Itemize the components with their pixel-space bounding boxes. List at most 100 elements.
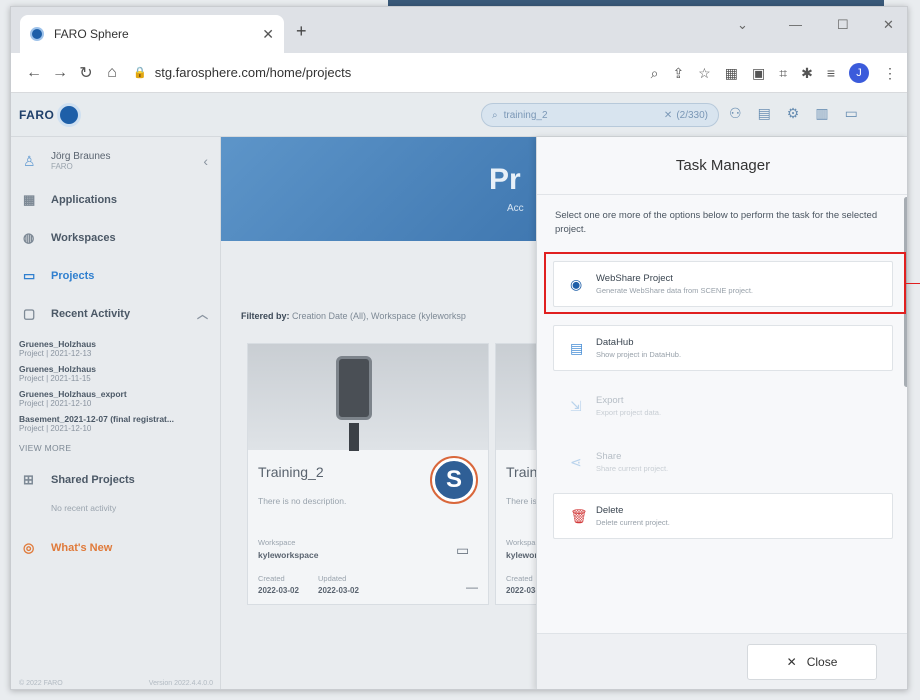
- user-name: Jörg Braunes: [51, 151, 111, 162]
- scanner-image: [336, 356, 372, 451]
- project-description: There is: [506, 496, 537, 506]
- feedback-chat-icon[interactable]: ▭: [845, 105, 858, 122]
- workspace-value: kyleworkspace: [258, 550, 319, 560]
- sidebar-item-label: Projects: [51, 270, 95, 282]
- user-icon[interactable]: ⚇: [729, 105, 742, 122]
- extension-app-icon[interactable]: ▦: [725, 65, 738, 82]
- option-name: DataHub: [596, 337, 634, 348]
- sidebar-item-whats-new[interactable]: ◎ What's New: [11, 529, 220, 567]
- faro-logo[interactable]: FARO: [19, 103, 82, 127]
- recent-meta: Project | 2021-12-10: [19, 399, 92, 408]
- chevron-down-icon[interactable]: ⌄: [737, 17, 748, 33]
- screenshot-icon[interactable]: ⌗: [779, 65, 787, 82]
- reload-icon[interactable]: ↻: [73, 63, 99, 83]
- settings-gear-icon[interactable]: ⚙: [787, 105, 800, 122]
- option-desc: Show project in DataHub.: [596, 350, 682, 359]
- highlight-callout-line: [906, 283, 920, 284]
- task-manager-description: Select one ore more of the options below…: [555, 210, 878, 235]
- open-folder-icon[interactable]: ▭: [456, 542, 469, 559]
- list-item[interactable]: Basement_2021-12-07 (final registrat... P…: [19, 414, 212, 433]
- extensions-puzzle-icon[interactable]: ✱: [801, 65, 813, 82]
- created-label: Created: [506, 574, 533, 583]
- close-label: Close: [806, 655, 838, 669]
- user-block[interactable]: ♙ Jörg Braunes FARO ‹: [11, 137, 220, 181]
- project-card[interactable]: Training_2 S There is no description. Wo…: [247, 343, 489, 605]
- option-delete[interactable]: 🗑 Delete Delete current project.: [553, 493, 893, 539]
- close-window-icon[interactable]: ✕: [883, 17, 894, 33]
- logo-ring-icon: [57, 103, 82, 127]
- bookmark-star-icon[interactable]: ☆: [698, 65, 711, 82]
- datahub-icon: ▤: [570, 339, 584, 356]
- new-tab-icon[interactable]: +: [296, 21, 307, 42]
- recent-meta: Project | 2021-12-10: [19, 424, 92, 433]
- sidebar-item-recent-activity[interactable]: ▢ Recent Activity ︿: [11, 295, 220, 333]
- option-export: ⇲ Export Export project data.: [553, 383, 893, 429]
- sidebar-item-label: Recent Activity: [51, 308, 131, 320]
- filter-summary: Filtered by: Creation Date (All), Worksp…: [241, 311, 466, 321]
- browser-tab[interactable]: FARO Sphere ✕: [20, 15, 284, 53]
- option-datahub[interactable]: ▤ DataHub Show project in DataHub.: [553, 325, 893, 371]
- address-bar: ← → ↻ ⌂ 🔒 stg.farosphere.com/home/projec…: [11, 53, 907, 93]
- more-options-icon[interactable]: —: [466, 580, 478, 594]
- chevron-up-icon[interactable]: ︿: [197, 306, 208, 322]
- sidebar-footer: © 2022 FARO Version 2022.4.4.0.0: [19, 680, 213, 687]
- maximize-icon[interactable]: ☐: [837, 17, 849, 33]
- search-input[interactable]: ⌕ training_2 ✕ (2/330): [481, 103, 719, 127]
- sidebar-item-label: Shared Projects: [51, 474, 135, 486]
- home-icon[interactable]: ⌂: [99, 64, 125, 82]
- no-recent-text: No recent activity: [51, 503, 117, 513]
- logo-text: FARO: [19, 108, 55, 122]
- workspace-label: Workspa: [506, 538, 536, 547]
- sidebar-item-shared-projects[interactable]: ⊞ Shared Projects: [11, 461, 220, 499]
- back-icon[interactable]: ←: [21, 64, 47, 82]
- sphere-badge-icon[interactable]: S: [430, 456, 478, 504]
- language-icon[interactable]: ▥: [815, 105, 828, 122]
- copyright-text: © 2022 FARO: [19, 680, 63, 687]
- clear-search-icon[interactable]: ✕: [664, 110, 672, 121]
- forward-icon[interactable]: →: [47, 64, 73, 82]
- share-page-icon[interactable]: ⇪: [672, 65, 684, 82]
- version-text: Version 2022.4.4.0.0: [148, 680, 213, 687]
- zoom-icon[interactable]: ⌕: [651, 65, 659, 82]
- recent-name: Basement_2021-12-07 (final registrat...: [19, 414, 174, 424]
- calendar-icon[interactable]: ▤: [758, 105, 771, 122]
- url-text: stg.farosphere.com/home/projects: [154, 65, 352, 80]
- task-manager-footer: ✕ Close: [537, 633, 907, 689]
- filtered-label: Filtered by:: [241, 311, 290, 321]
- created-label: Created: [258, 574, 285, 583]
- profile-avatar[interactable]: J: [849, 63, 869, 83]
- sidebar-item-workspaces[interactable]: ◍ Workspaces: [11, 219, 220, 257]
- project-title: Training_2: [258, 464, 324, 480]
- updated-value: 2022-03-02: [318, 586, 359, 595]
- folder-icon: ▭: [23, 268, 36, 283]
- tab-bar: FARO Sphere ✕ + ⌄ — ☐ ✕: [11, 7, 907, 53]
- close-button[interactable]: ✕ Close: [747, 644, 877, 680]
- option-name: Export: [596, 395, 624, 406]
- search-query: training_2: [503, 109, 548, 121]
- reading-list-icon[interactable]: ≡: [827, 65, 835, 81]
- browser-menu-icon[interactable]: ⋮: [883, 65, 897, 82]
- url-field[interactable]: 🔒 stg.farosphere.com/home/projects: [133, 65, 351, 80]
- recent-activity-icon: ▢: [23, 306, 36, 321]
- workspace-value: kylewor: [506, 550, 538, 560]
- option-desc: Delete current project.: [596, 518, 670, 527]
- recent-name: Gruenes_Holzhaus: [19, 364, 96, 374]
- close-tab-icon[interactable]: ✕: [262, 26, 274, 43]
- list-item[interactable]: Gruenes_Holzhaus Project | 2021-12-13: [19, 339, 212, 358]
- extension-screen-icon[interactable]: ▣: [752, 65, 765, 82]
- view-more-link[interactable]: VIEW MORE: [11, 433, 220, 461]
- minimize-icon[interactable]: —: [789, 17, 802, 32]
- sidebar-item-applications[interactable]: ▦ Applications: [11, 181, 220, 219]
- list-item[interactable]: Gruenes_Holzhaus Project | 2021-11-15: [19, 364, 212, 383]
- browser-window: FARO Sphere ✕ + ⌄ — ☐ ✕ ← → ↻ ⌂ 🔒 stg.fa…: [10, 6, 908, 690]
- sidebar-item-projects[interactable]: ▭ Projects: [11, 257, 220, 295]
- globe-icon: ◍: [23, 230, 35, 245]
- collapse-sidebar-icon[interactable]: ‹: [203, 153, 208, 169]
- header-icons: ⚇ ▤ ⚙ ▥ ▭: [729, 105, 858, 122]
- recent-name: Gruenes_Holzhaus_export: [19, 389, 127, 399]
- created-value: 2022-03-02: [258, 586, 299, 595]
- app-header: FARO ⌕ training_2 ✕ (2/330) ⚇ ▤ ⚙ ▥ ▭: [11, 93, 907, 137]
- search-icon: ⌕: [492, 109, 498, 121]
- task-manager-title: Task Manager: [537, 137, 907, 195]
- list-item[interactable]: Gruenes_Holzhaus_export Project | 2021-12…: [19, 389, 212, 408]
